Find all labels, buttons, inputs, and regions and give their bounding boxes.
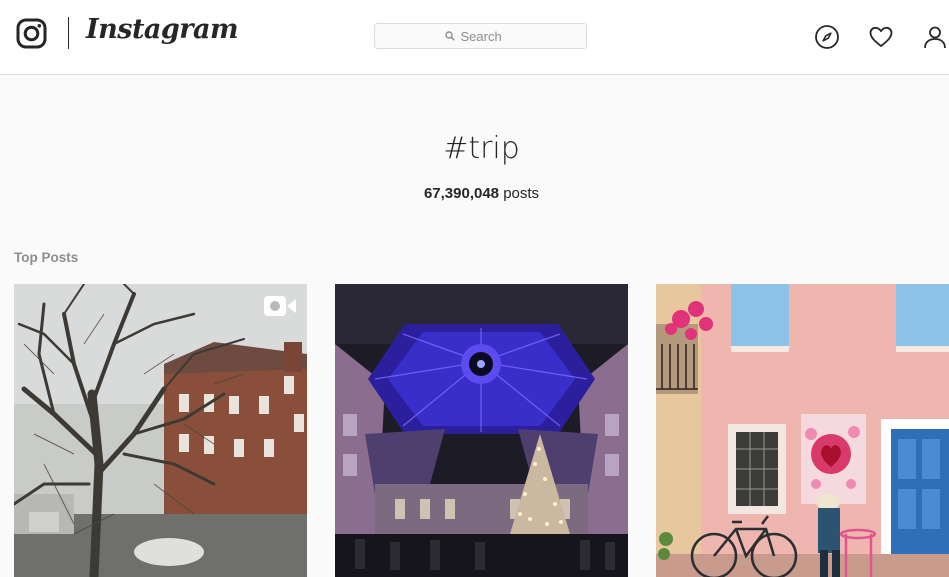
top-posts-label: Top Posts	[14, 250, 79, 265]
compass-icon[interactable]	[814, 24, 840, 50]
top-post-tile[interactable]	[335, 284, 628, 577]
post-image-galleria	[335, 284, 628, 577]
top-post-tile[interactable]	[14, 284, 307, 577]
top-post-tile[interactable]	[656, 284, 949, 577]
logo-divider	[68, 17, 69, 49]
search-box[interactable]	[374, 23, 587, 49]
instagram-glyph-icon[interactable]	[16, 18, 47, 49]
user-icon[interactable]	[922, 24, 948, 50]
hashtag-title: #trip	[443, 131, 520, 166]
post-count-number: 67,390,048	[423, 185, 500, 202]
top-navigation-bar: Instagram	[0, 0, 949, 75]
search-icon	[444, 29, 455, 44]
video-camera-icon	[263, 295, 297, 317]
post-count-unit: posts	[503, 185, 540, 202]
instagram-wordmark[interactable]: Instagram	[86, 14, 239, 45]
post-image-trees	[14, 284, 307, 577]
post-image-pink-house	[656, 284, 949, 577]
search-input[interactable]	[460, 28, 517, 44]
heart-icon[interactable]	[868, 24, 894, 50]
post-count: 67,390,048 posts	[0, 185, 949, 202]
